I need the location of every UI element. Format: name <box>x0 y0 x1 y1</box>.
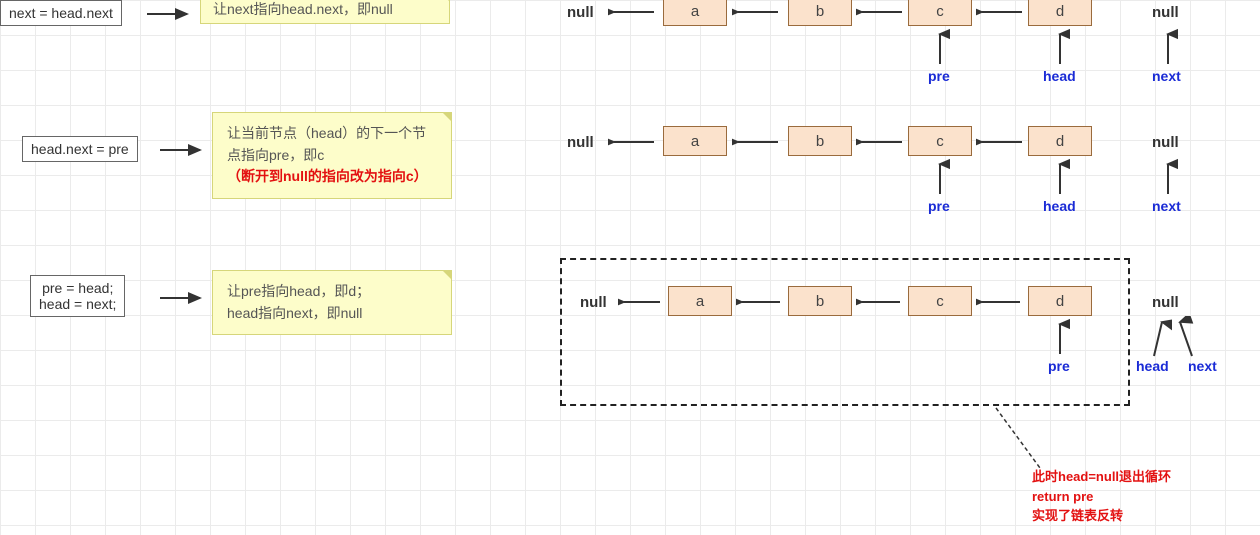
ptr-next: next <box>1188 358 1217 374</box>
arrow-up-icon <box>1172 316 1198 360</box>
arrow-right-icon <box>158 140 208 160</box>
code-step2: head.next = pre <box>22 136 138 162</box>
node-a: a <box>663 0 727 26</box>
note-step3: 让pre指向head，即d； head指向next，即null <box>212 270 452 335</box>
conclusion-l3: 实现了链表反转 <box>1032 506 1171 526</box>
code-step1: next = head.next <box>0 0 122 26</box>
conclusion-l2: return pre <box>1032 487 1171 507</box>
node-d: d <box>1028 126 1092 156</box>
ptr-head: head <box>1043 68 1076 84</box>
null-label: null <box>567 4 594 21</box>
ptr-next: next <box>1152 198 1181 214</box>
node-a: a <box>668 286 732 316</box>
arrow-left-icon <box>976 292 1024 312</box>
note-step2-l1: 让当前节点（head）的下一个节点指向pre，即c <box>227 125 426 163</box>
arrow-left-icon <box>856 2 906 22</box>
node-d: d <box>1028 0 1092 26</box>
node-a: a <box>663 126 727 156</box>
node-b: b <box>788 126 852 156</box>
node-c: c <box>908 0 972 26</box>
final-state-box <box>560 258 1130 406</box>
ptr-pre: pre <box>928 68 950 84</box>
arrow-left-icon <box>732 2 782 22</box>
note-step2-l2: （断开到null的指向改为指向c） <box>227 168 428 184</box>
null-label: null <box>567 134 594 151</box>
node-d: d <box>1028 286 1092 316</box>
arrow-left-icon <box>856 132 906 152</box>
note-step1: 让next指向head.next，即null <box>200 0 450 24</box>
arrow-left-icon <box>736 292 784 312</box>
arrow-up-icon <box>1050 158 1070 198</box>
node-c: c <box>908 286 972 316</box>
ptr-head: head <box>1136 358 1169 374</box>
arrow-up-icon <box>1158 28 1178 68</box>
arrow-right-icon <box>145 4 195 24</box>
node-b: b <box>788 0 852 26</box>
arrow-up-icon <box>1158 158 1178 198</box>
ptr-next: next <box>1152 68 1181 84</box>
ptr-pre: pre <box>1048 358 1070 374</box>
conclusion: 此时head=null退出循环 return pre 实现了链表反转 <box>1032 467 1171 526</box>
arrow-left-icon <box>976 132 1026 152</box>
arrow-left-icon <box>732 132 782 152</box>
null-label: null <box>1152 294 1179 311</box>
note-step2: 让当前节点（head）的下一个节点指向pre，即c （断开到null的指向改为指… <box>212 112 452 199</box>
code-step3: pre = head; head = next; <box>30 275 125 317</box>
arrow-left-icon <box>618 292 664 312</box>
null-label: null <box>1152 4 1179 21</box>
arrow-up-icon <box>930 158 950 198</box>
node-b: b <box>788 286 852 316</box>
arrow-left-icon <box>976 2 1026 22</box>
arrow-right-icon <box>158 288 208 308</box>
arrow-up-icon <box>930 28 950 68</box>
null-label: null <box>580 294 607 311</box>
arrow-left-icon <box>608 132 658 152</box>
null-label: null <box>1152 134 1179 151</box>
ptr-pre: pre <box>928 198 950 214</box>
arrow-up-icon <box>1050 28 1070 68</box>
arrow-left-icon <box>608 2 658 22</box>
ptr-head: head <box>1043 198 1076 214</box>
arrow-up-icon <box>1146 316 1172 360</box>
arrow-up-icon <box>1050 318 1070 358</box>
leader-line <box>990 406 1050 476</box>
conclusion-l1: 此时head=null退出循环 <box>1032 467 1171 487</box>
node-c: c <box>908 126 972 156</box>
arrow-left-icon <box>856 292 904 312</box>
